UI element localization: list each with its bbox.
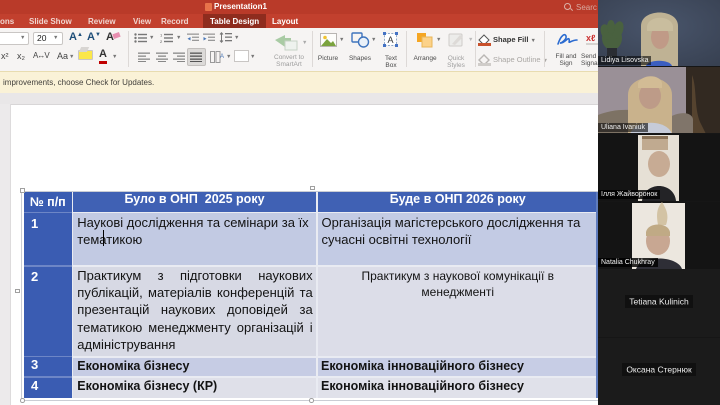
svg-text:2: 2 [160, 39, 163, 43]
svg-text:A: A [220, 54, 224, 60]
svg-text:1: 1 [160, 33, 163, 37]
svg-text:xℓ: xℓ [586, 33, 596, 43]
svg-text:A: A [387, 35, 393, 45]
